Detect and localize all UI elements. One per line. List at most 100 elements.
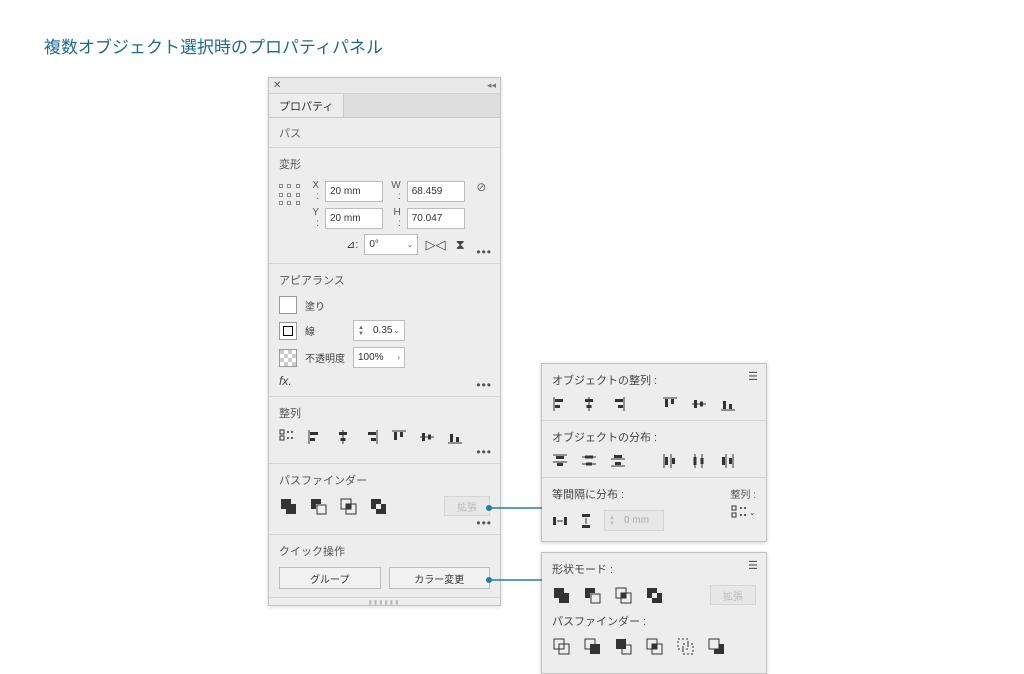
rotate-label: ⊿: — [346, 238, 358, 251]
more-options-transform[interactable]: ••• — [476, 245, 492, 259]
expand-button: 拡張 — [710, 585, 756, 605]
collapse-icon[interactable]: ◂◂ — [487, 80, 496, 91]
align-bottom-icon[interactable] — [720, 396, 736, 412]
align-vcenter-icon[interactable] — [691, 396, 707, 412]
pf-trim-icon[interactable] — [583, 637, 601, 655]
opacity-value: 100% — [358, 352, 384, 363]
pf-intersect-icon[interactable] — [339, 497, 357, 515]
properties-panel: ✕ ◂◂ プロパティ パス 変形 X : 20 mm W : 68.459 Y … — [268, 77, 501, 606]
pf-crop-icon[interactable] — [645, 637, 663, 655]
panel-tabs: プロパティ — [269, 94, 500, 118]
align-hcenter-icon[interactable] — [335, 429, 351, 445]
hdist-center-icon[interactable] — [691, 453, 707, 469]
pf-minus-back-icon[interactable] — [707, 637, 725, 655]
reference-point-widget[interactable] — [279, 184, 302, 208]
opacity-swatch[interactable] — [279, 349, 297, 367]
pf-merge-icon[interactable] — [614, 637, 632, 655]
pf-exclude-icon[interactable] — [645, 586, 663, 604]
section-appearance: アピアランス 塗り 線 ▲▼ 0.35 ⌄ 不透明度 100% › fx. ••… — [269, 263, 500, 396]
align-bottom-icon[interactable] — [447, 429, 463, 445]
more-options-align[interactable]: ••• — [476, 445, 492, 459]
align-top-icon[interactable] — [391, 429, 407, 445]
flip-vertical-icon[interactable]: ⧗ — [456, 237, 465, 253]
fill-swatch[interactable] — [279, 296, 297, 314]
more-options-appearance[interactable]: ••• — [476, 378, 492, 392]
page-title: 複数オブジェクト選択時のプロパティパネル — [44, 33, 383, 58]
fill-label: 塗り — [305, 298, 345, 313]
align-left-icon[interactable] — [552, 396, 568, 412]
chevron-down-icon[interactable]: ⌄ — [407, 240, 414, 249]
pf-minus-front-icon[interactable] — [309, 497, 327, 515]
h-label: H : — [389, 207, 401, 229]
panel-menu-icon[interactable]: ☰ — [748, 559, 758, 572]
align-to-label: 整列 : — [730, 486, 756, 501]
hdist-right-icon[interactable] — [720, 453, 736, 469]
expand-button: 拡張 — [444, 496, 490, 516]
object-type-label: パス — [269, 118, 500, 147]
connector-line — [486, 505, 542, 507]
opacity-label: 不透明度 — [305, 350, 345, 365]
stroke-swatch[interactable] — [279, 322, 297, 340]
section-pathfinder: パスファインダー 拡張 ••• — [269, 463, 500, 534]
y-field[interactable]: 20 mm — [325, 208, 383, 229]
align-right-icon[interactable] — [363, 429, 379, 445]
pf-divide-icon[interactable] — [552, 637, 570, 655]
recolor-button[interactable]: カラー変更 — [389, 567, 491, 589]
opacity-field[interactable]: 100% › — [353, 347, 405, 368]
vdist-space-icon[interactable] — [578, 513, 594, 529]
transform-title: 変形 — [279, 156, 490, 172]
align-vcenter-icon[interactable] — [419, 429, 435, 445]
group-button[interactable]: グループ — [279, 567, 381, 589]
constrain-proportions-icon[interactable]: ⊘ — [473, 180, 490, 194]
tab-properties[interactable]: プロパティ — [269, 94, 344, 117]
vdist-top-icon[interactable] — [552, 453, 568, 469]
pathfinder-ops-title: パスファインダー : — [552, 613, 756, 629]
align-top-icon[interactable] — [662, 396, 678, 412]
align-objects-title: オブジェクトの整列 : — [552, 372, 756, 388]
section-transform: 変形 X : 20 mm W : 68.459 Y : 20 mm H : 70… — [269, 147, 500, 263]
align-to-selector[interactable]: ⌄ — [731, 505, 756, 519]
chevron-right-icon[interactable]: › — [397, 353, 400, 362]
h-field[interactable]: 70.047 — [407, 208, 465, 229]
align-hcenter-icon[interactable] — [581, 396, 597, 412]
quick-title: クイック操作 — [279, 543, 490, 559]
w-field[interactable]: 68.459 — [407, 181, 465, 202]
pathfinder-panel-popout: ☰ 形状モード : 拡張 パスファインダー : — [541, 552, 767, 674]
flip-horizontal-icon[interactable]: ▷◁ — [426, 237, 446, 253]
effects-button[interactable]: fx. — [279, 374, 490, 388]
pf-intersect-icon[interactable] — [614, 586, 632, 604]
stroke-weight-field[interactable]: ▲▼ 0.35 ⌄ — [353, 320, 405, 341]
align-right-icon[interactable] — [610, 396, 626, 412]
pf-outline-icon[interactable] — [676, 637, 694, 655]
rotate-field[interactable]: 0° ⌄ — [364, 234, 418, 255]
hdist-left-icon[interactable] — [662, 453, 678, 469]
distribute-objects-title: オブジェクトの分布 : — [552, 429, 756, 445]
spacing-value-field: ▲▼ 0 mm — [604, 510, 664, 531]
align-to-selector-icon[interactable] — [279, 429, 295, 445]
w-label: W : — [389, 180, 401, 202]
pf-exclude-icon[interactable] — [369, 497, 387, 515]
vdist-center-icon[interactable] — [581, 453, 597, 469]
rotate-value: 0° — [369, 239, 379, 250]
pathfinder-title: パスファインダー — [279, 472, 490, 488]
pf-unite-icon[interactable] — [552, 586, 570, 604]
close-icon[interactable]: ✕ — [273, 80, 281, 91]
vdist-bottom-icon[interactable] — [610, 453, 626, 469]
align-left-icon[interactable] — [307, 429, 323, 445]
appearance-title: アピアランス — [279, 272, 490, 288]
pf-minus-front-icon[interactable] — [583, 586, 601, 604]
spacing-value: 0 mm — [624, 515, 649, 526]
align-panel-popout: ☰ オブジェクトの整列 : オブジェクトの分布 : 等間隔に分布 : ▲▼ 0 — [541, 363, 767, 542]
align-title: 整列 — [279, 405, 490, 421]
section-align: 整列 ••• — [269, 396, 500, 463]
pf-unite-icon[interactable] — [279, 497, 297, 515]
more-options-pathfinder[interactable]: ••• — [476, 516, 492, 530]
resize-grip[interactable]: ▮▮▮▮▮▮ — [269, 597, 500, 605]
chevron-down-icon[interactable]: ⌄ — [393, 326, 400, 335]
x-field[interactable]: 20 mm — [325, 181, 383, 202]
stroke-weight-value: 0.35 — [373, 325, 392, 336]
hdist-space-icon[interactable] — [552, 513, 568, 529]
panel-menu-icon[interactable]: ☰ — [748, 370, 758, 383]
y-label: Y : — [310, 207, 319, 229]
connector-line — [486, 577, 542, 579]
